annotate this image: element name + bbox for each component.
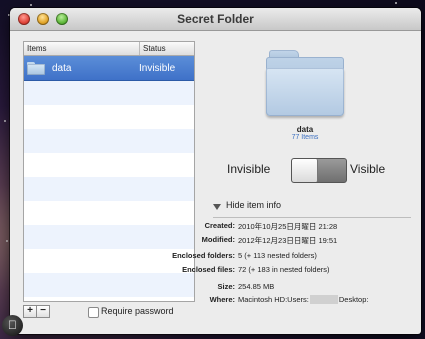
invisible-label: Invisible	[227, 162, 271, 176]
where-row: Where: Macintosh HD:Users: Desktop:	[170, 295, 420, 305]
title-bar[interactable]: Secret Folder	[10, 8, 421, 31]
item-name: data	[52, 62, 72, 74]
table-row-empty	[24, 225, 194, 249]
apple-logo-icon: 	[2, 315, 23, 336]
require-password-label[interactable]: Require password	[101, 306, 174, 316]
table-row[interactable]: data Invisible	[24, 56, 194, 81]
table-row-empty	[24, 273, 194, 297]
where-label: Where:	[209, 295, 235, 304]
table-row-empty	[24, 249, 194, 273]
table-row-empty	[24, 201, 194, 225]
table-row-empty	[24, 153, 194, 177]
where-suffix: Desktop:	[338, 295, 369, 304]
size-row: Size: 254.85 MB	[170, 282, 420, 292]
item-status: Invisible	[139, 62, 176, 74]
modified-row: Modified: 2012年12月23日日曜日 19:51	[170, 235, 420, 245]
enclosed-files-row: Enclosed files: 72 (+ 183 in nested fold…	[170, 265, 420, 275]
redacted-username	[309, 295, 338, 304]
separator	[213, 217, 411, 218]
window-title: Secret Folder	[177, 12, 254, 26]
enclosed-files-value: 72 (+ 183 in nested folders)	[238, 265, 330, 274]
folder-icon	[27, 61, 45, 75]
visible-label: Visible	[350, 162, 386, 176]
table-row-empty	[24, 177, 194, 201]
items-table[interactable]: Items Status data Invisible	[23, 41, 195, 302]
item-cell: data	[24, 61, 136, 75]
table-row-empty	[24, 129, 194, 153]
created-row: Created: 2010年10月25日月曜日 21:28	[170, 221, 420, 231]
enclosed-folders-label: Enclosed folders:	[172, 251, 235, 260]
modified-label: Modified:	[201, 235, 235, 244]
enclosed-folders-value: 5 (+ 113 nested folders)	[238, 251, 317, 260]
hide-item-info-toggle[interactable]: Hide item info	[226, 200, 281, 210]
enclosed-files-label: Enclosed files:	[182, 265, 235, 274]
modified-value: 2012年12月23日日曜日 19:51	[238, 236, 338, 245]
toggle-knob[interactable]	[292, 159, 318, 182]
table-row-empty	[24, 81, 194, 105]
table-header: Items Status	[24, 42, 194, 56]
where-prefix: Macintosh HD:Users:	[238, 295, 309, 304]
preview-name: data	[296, 125, 314, 134]
preview-item-count: 77 Items	[291, 134, 319, 141]
disclosure-triangle-icon[interactable]	[213, 204, 221, 210]
created-value: 2010年10月25日月曜日 21:28	[238, 222, 338, 231]
add-item-button[interactable]: +	[23, 305, 37, 318]
require-password-checkbox[interactable]	[88, 307, 99, 318]
secret-folder-window: Secret Folder Items Status data Invisibl…	[10, 8, 421, 334]
remove-item-button[interactable]: −	[36, 305, 50, 318]
size-label: Size:	[217, 282, 235, 291]
size-value: 254.85 MB	[238, 282, 275, 291]
visibility-toggle[interactable]	[291, 158, 347, 183]
folder-preview-icon	[266, 48, 344, 118]
enclosed-folders-row: Enclosed folders: 5 (+ 113 nested folder…	[170, 251, 420, 261]
table-row-empty	[24, 105, 194, 129]
column-header-status[interactable]: Status	[140, 42, 194, 55]
created-label: Created:	[204, 221, 235, 230]
column-header-items[interactable]: Items	[24, 42, 140, 55]
where-value: Macintosh HD:Users: Desktop:	[238, 295, 368, 304]
